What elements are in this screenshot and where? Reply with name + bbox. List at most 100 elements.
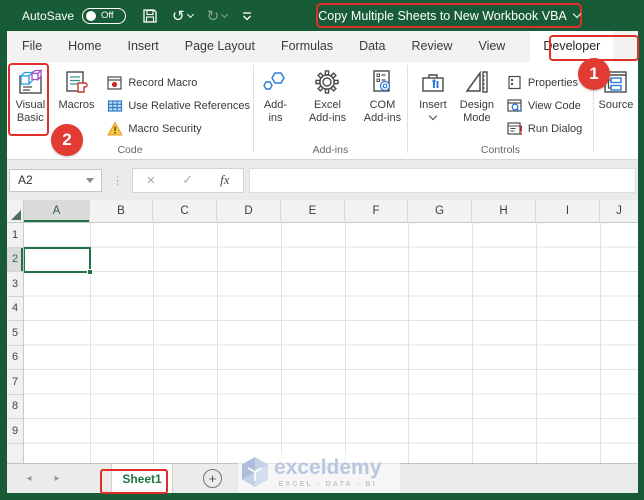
view-code-button[interactable]: View Code [504,94,585,117]
ribbon-group-addins: Add- ins Excel Add-ins COM Add-ins Add-i… [254,62,407,159]
source-label: Source [598,99,634,111]
row-header-3[interactable]: 3 [7,272,23,297]
design-mode-label-2: Mode [463,112,491,124]
gridline [217,223,218,463]
formula-buttons: × ✓ fx [132,167,244,193]
visual-basic-button[interactable]: Visual Basic [10,65,51,141]
column-header-h[interactable]: H [472,200,536,223]
column-header-i[interactable]: I [536,200,600,223]
autosave-label: AutoSave [22,8,75,23]
tab-file[interactable]: File [9,31,55,62]
record-macro-button[interactable]: Record Macro [104,71,253,94]
sheet-tab-label: Sheet1 [122,471,162,486]
customize-toolbar-button[interactable] [241,0,253,31]
plus-icon: + [208,471,217,486]
insert-function-button[interactable]: fx [220,172,229,188]
cancel-button[interactable]: × [146,172,155,189]
chevron-down-icon [572,9,581,19]
record-macro-label: Record Macro [128,76,198,89]
customize-toolbar-icon [243,11,252,20]
formula-input[interactable] [249,167,636,193]
insert-dropdown-icon [428,111,438,121]
gridline [153,223,154,463]
tab-page-layout[interactable]: Page Layout [172,31,268,62]
column-header-b[interactable]: B [90,200,153,223]
properties-button[interactable]: Properties [504,71,585,94]
use-relative-references-label: Use Relative References [128,99,250,112]
com-addins-icon [368,68,396,96]
tab-formulas[interactable]: Formulas [268,31,346,62]
annotation-badge-1: 1 [578,58,610,90]
row-header-7[interactable]: 7 [7,370,23,395]
exceldemy-watermark: exceldemy EXCEL - DATA - BI [238,451,400,494]
tab-home[interactable]: Home [55,31,114,62]
com-addins-label-1: COM [369,99,396,111]
macro-security-label: Macro Security [128,122,202,135]
sheet-tab-sheet1[interactable]: Sheet1 [111,464,173,493]
design-mode-label-1: Design [459,99,494,111]
use-relative-references-button[interactable]: Use Relative References [104,94,253,117]
row-header-10-partial[interactable] [7,444,23,463]
document-title[interactable]: Copy Multiple Sheets to New Workbook VBA [316,3,582,28]
row-header-1[interactable]: 1 [7,223,23,248]
tab-developer[interactable]: Developer [530,31,614,62]
selected-cell-a2[interactable] [23,246,93,275]
tab-data[interactable]: Data [346,31,398,62]
fill-handle[interactable] [87,268,93,275]
annotation-badge-2: 2 [51,124,83,156]
prev-sheet-button[interactable]: ◂ [15,473,43,484]
toolbox-icon [419,68,447,96]
save-icon [143,8,157,23]
tab-view[interactable]: View [465,31,518,62]
autosave-toggle[interactable]: Off [82,7,127,24]
macros-label: Macros [58,99,95,111]
row-header-5[interactable]: 5 [7,321,23,346]
excel-addins-icon [313,68,341,96]
ribbon: Visual Basic Macros Record Macro Use Rel… [7,62,638,160]
gridline [408,223,409,463]
column-header-a[interactable]: A [24,200,90,223]
insert-control-button[interactable]: Insert [412,65,454,141]
save-button[interactable] [142,0,158,31]
row-header-9[interactable]: 9 [7,419,23,444]
add-sheet-button[interactable]: + [203,469,222,488]
column-header-c[interactable]: C [153,200,217,223]
run-dialog-button[interactable]: Run Dialog [504,117,585,140]
tab-insert[interactable]: Insert [115,31,172,62]
column-header-f[interactable]: F [345,200,408,223]
formula-bar-grip[interactable]: ⋮ [112,174,124,187]
gridline [472,223,473,463]
enter-button[interactable]: ✓ [182,173,193,188]
tab-review[interactable]: Review [398,31,465,62]
design-mode-button[interactable]: Design Mode [454,65,500,141]
column-header-d[interactable]: D [217,200,281,223]
next-sheet-button[interactable]: ▸ [43,473,71,484]
com-addins-button[interactable]: COM Add-ins [358,65,407,141]
worksheet-grid[interactable] [23,223,638,463]
name-box[interactable]: A2 [9,168,102,192]
column-header-g[interactable]: G [408,200,472,223]
excel-addins-button[interactable]: Excel Add-ins [303,65,352,141]
ribbon-group-code: Visual Basic Macros Record Macro Use Rel… [7,62,253,159]
record-macro-icon [107,75,123,91]
gridline [345,223,346,463]
redo-button[interactable]: ↻ [207,0,229,31]
row-header-8[interactable]: 8 [7,395,23,419]
column-headers: A B C D E F G H I J [24,200,638,223]
macro-security-button[interactable]: Macro Security [104,117,253,140]
visual-basic-label-1: Visual [15,99,46,111]
row-header-2[interactable]: 2 [7,247,23,272]
use-relative-references-icon [107,98,123,114]
column-header-e[interactable]: E [281,200,345,223]
autosave-state: Off [101,10,114,21]
row-headers: 1 2 3 4 5 6 7 8 9 [7,223,24,463]
addins-button[interactable]: Add- ins [254,65,297,141]
design-mode-icon [463,68,491,96]
undo-button[interactable]: ↺ [172,0,194,31]
column-header-j[interactable]: J [600,200,638,223]
row-header-4[interactable]: 4 [7,297,23,321]
group-label-code: Code [117,144,143,156]
row-header-6[interactable]: 6 [7,346,23,370]
ribbon-group-controls: Insert Design Mode Properties View Code … [408,62,593,159]
select-all-corner[interactable] [7,200,24,223]
